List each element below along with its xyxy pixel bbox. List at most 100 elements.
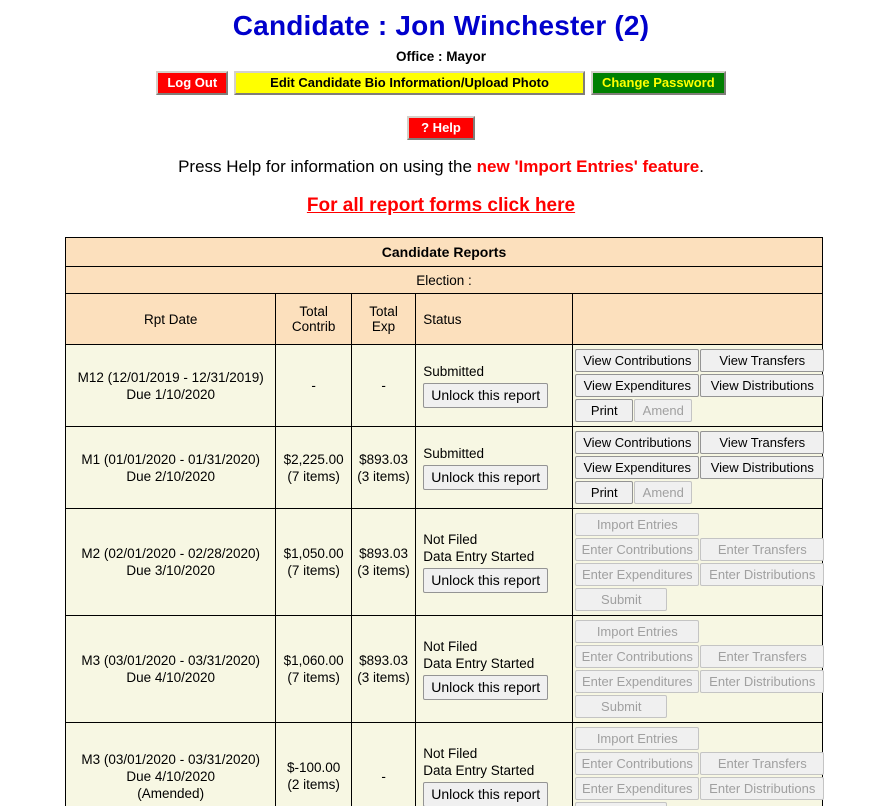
rpt-period: M1 (01/01/2020 - 01/31/2020) bbox=[81, 451, 260, 467]
cell-total-exp: $893.03 (3 items) bbox=[350, 615, 417, 723]
rpt-period: M3 (03/01/2020 - 03/31/2020) bbox=[81, 653, 260, 668]
total-contrib-items: (2 items) bbox=[287, 777, 340, 792]
help-button[interactable]: ? Help bbox=[407, 116, 475, 140]
action-button-grid: Import Entries Enter Contributions Enter T… bbox=[575, 726, 825, 806]
action-button-grid: Import Entries Enter Contributions Enter T… bbox=[575, 619, 825, 719]
cell-total-contrib: $2,225.00 (7 items) bbox=[275, 426, 352, 509]
rpt-due: Due 1/10/2020 bbox=[126, 386, 215, 402]
cell-total-exp: $893.03 (3 items) bbox=[350, 508, 417, 616]
rpt-period: M2 (02/01/2020 - 02/28/2020) bbox=[81, 546, 260, 561]
column-header-rpt-date: Rpt Date bbox=[64, 293, 277, 345]
amend-button: Amend bbox=[634, 399, 693, 422]
rpt-due: Due 4/10/2020 bbox=[126, 768, 215, 784]
help-button-row: ? Help bbox=[0, 116, 882, 140]
unlock-report-button[interactable]: Unlock this report bbox=[423, 674, 549, 700]
view-contributions-button[interactable]: View Contributions bbox=[575, 431, 700, 454]
cell-status: Not Filed Data Entry Started Unlock this r… bbox=[415, 508, 574, 616]
column-header-total-exp: Total Exp bbox=[350, 293, 417, 345]
total-exp-value: $893.03 bbox=[359, 451, 408, 467]
cell-rpt-date: M2 (02/01/2020 - 02/28/2020) Due 3/10/202… bbox=[64, 508, 277, 616]
cell-actions: View Contributions View Transfers View Exp… bbox=[572, 344, 825, 427]
column-header-total-contrib-line1: Total bbox=[299, 304, 328, 319]
edit-candidate-bio-button[interactable]: Edit Candidate Bio Information/Upload Ph… bbox=[234, 71, 585, 95]
cell-rpt-date: M3 (03/01/2020 - 03/31/2020) Due 4/10/202… bbox=[64, 615, 277, 723]
view-contributions-button[interactable]: View Contributions bbox=[575, 349, 700, 372]
enter-contributions-button: Enter Contributions bbox=[575, 538, 700, 561]
election-label: Election : bbox=[65, 266, 823, 294]
total-contrib-value: - bbox=[311, 378, 316, 393]
column-header-total-exp-line1: Total bbox=[369, 304, 398, 319]
rpt-amended: (Amended) bbox=[137, 785, 205, 801]
enter-distributions-button: Enter Distributions bbox=[700, 563, 825, 586]
view-expenditures-button[interactable]: View Expenditures bbox=[575, 374, 700, 397]
table-row: M3 (03/01/2020 - 03/31/2020) Due 4/10/202… bbox=[64, 615, 825, 723]
print-button[interactable]: Print bbox=[575, 481, 634, 504]
cell-total-exp: $893.03 (3 items) bbox=[350, 426, 417, 509]
import-entries-button: Import Entries bbox=[575, 727, 700, 750]
table-body: M12 (12/01/2019 - 12/31/2019) Due 1/10/20… bbox=[64, 344, 825, 806]
column-header-total-contrib: Total Contrib bbox=[275, 293, 352, 345]
status-line-2: Data Entry Started bbox=[423, 655, 535, 671]
amend-button: Amend bbox=[634, 481, 693, 504]
cell-rpt-date: M1 (01/01/2020 - 01/31/2020) Due 2/10/202… bbox=[64, 426, 277, 509]
help-text-prefix: Press Help for information on using the bbox=[178, 157, 477, 176]
total-contrib-value: $1,050.00 bbox=[283, 546, 344, 561]
unlock-report-button[interactable]: Unlock this report bbox=[423, 781, 549, 806]
all-report-forms-link[interactable]: For all report forms click here bbox=[307, 195, 575, 216]
header-button-row: Log Out Edit Candidate Bio Information/Up… bbox=[0, 71, 882, 95]
enter-transfers-button: Enter Transfers bbox=[700, 538, 825, 561]
table-row: M1 (01/01/2020 - 01/31/2020) Due 2/10/202… bbox=[64, 426, 825, 509]
submit-button: Submit bbox=[575, 588, 668, 611]
cell-actions: Import Entries Enter Contributions Enter T… bbox=[572, 508, 825, 616]
cell-status: Submitted Unlock this report bbox=[415, 344, 574, 427]
table-title-row: Candidate Reports bbox=[65, 237, 823, 267]
table-row: M2 (02/01/2020 - 02/28/2020) Due 3/10/202… bbox=[64, 508, 825, 616]
rpt-due: Due 3/10/2020 bbox=[126, 563, 215, 578]
view-distributions-button[interactable]: View Distributions bbox=[700, 374, 825, 397]
view-transfers-button[interactable]: View Transfers bbox=[700, 349, 825, 372]
total-exp-items: (3 items) bbox=[357, 670, 410, 685]
table-column-header-row: Rpt Date Total Contrib Total Exp Status bbox=[64, 293, 823, 345]
column-header-actions bbox=[572, 293, 823, 345]
enter-distributions-button: Enter Distributions bbox=[700, 670, 825, 693]
rpt-due: Due 4/10/2020 bbox=[126, 670, 215, 685]
rpt-period: M12 (12/01/2019 - 12/31/2019) bbox=[77, 369, 264, 385]
total-contrib-items: (7 items) bbox=[287, 563, 340, 578]
enter-transfers-button: Enter Transfers bbox=[700, 752, 825, 775]
enter-expenditures-button: Enter Expenditures bbox=[575, 563, 700, 586]
column-header-status: Status bbox=[415, 293, 574, 345]
cell-total-contrib: $-100.00 (2 items) bbox=[275, 722, 352, 806]
cell-total-contrib: $1,060.00 (7 items) bbox=[275, 615, 352, 723]
status-line-2: Data Entry Started bbox=[423, 762, 535, 778]
action-button-grid: View Contributions View Transfers View Exp… bbox=[575, 348, 825, 423]
enter-expenditures-button: Enter Expenditures bbox=[575, 777, 700, 800]
enter-distributions-button: Enter Distributions bbox=[700, 777, 825, 800]
cell-total-exp: - bbox=[350, 344, 417, 427]
report-forms-link-row: For all report forms click here bbox=[0, 195, 882, 217]
view-expenditures-button[interactable]: View Expenditures bbox=[575, 456, 700, 479]
status-line-1: Not Filed bbox=[423, 745, 478, 761]
table-row: M12 (12/01/2019 - 12/31/2019) Due 1/10/20… bbox=[64, 344, 825, 427]
cell-status: Not Filed Data Entry Started Unlock this r… bbox=[415, 722, 574, 806]
log-out-button[interactable]: Log Out bbox=[156, 71, 229, 95]
unlock-report-button[interactable]: Unlock this report bbox=[423, 567, 549, 593]
view-distributions-button[interactable]: View Distributions bbox=[700, 456, 825, 479]
rpt-due: Due 2/10/2020 bbox=[126, 468, 215, 484]
submit-button: Submit bbox=[575, 802, 668, 806]
table-head: Candidate Reports Election : Rpt Date To… bbox=[64, 237, 823, 345]
status-line-2: Data Entry Started bbox=[423, 548, 535, 564]
enter-contributions-button: Enter Contributions bbox=[575, 752, 700, 775]
cell-actions: View Contributions View Transfers View Exp… bbox=[572, 426, 825, 509]
candidate-reports-table-wrapper: Candidate Reports Election : Rpt Date To… bbox=[0, 237, 882, 806]
page-root: Candidate : Jon Winchester (2) Office : … bbox=[0, 0, 882, 806]
print-button[interactable]: Print bbox=[575, 399, 634, 422]
table-row: M3 (03/01/2020 - 03/31/2020) Due 4/10/202… bbox=[64, 722, 825, 806]
view-transfers-button[interactable]: View Transfers bbox=[700, 431, 825, 454]
unlock-report-button[interactable]: Unlock this report bbox=[423, 382, 549, 408]
status-line-1: Not Filed bbox=[423, 531, 478, 547]
total-contrib-value: $1,060.00 bbox=[283, 653, 344, 668]
action-button-grid: Import Entries Enter Contributions Enter T… bbox=[575, 512, 825, 612]
change-password-button[interactable]: Change Password bbox=[590, 71, 726, 95]
enter-expenditures-button: Enter Expenditures bbox=[575, 670, 700, 693]
unlock-report-button[interactable]: Unlock this report bbox=[423, 464, 549, 490]
